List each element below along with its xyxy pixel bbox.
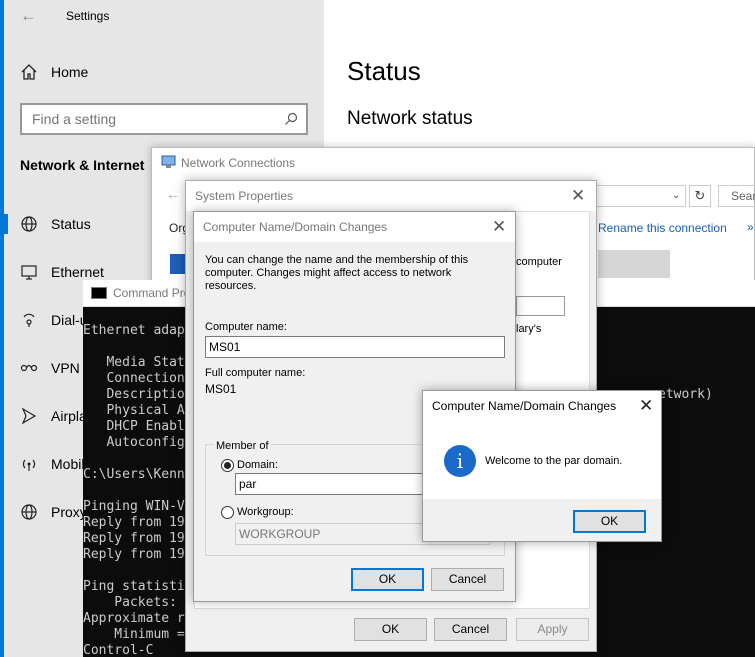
full-computer-name-label: Full computer name: [205,367,306,379]
sidebar-item-label: Proxy [51,504,87,520]
home-icon [21,64,37,80]
proxy-icon [21,504,37,520]
domain-radio[interactable] [221,459,234,472]
sidebar-item-label: Ethernet [51,264,104,280]
cancel-button[interactable]: Cancel [431,568,504,591]
partial-description-text: computer [516,256,562,268]
terminal-line: Reply from 19 [83,515,185,530]
search-field[interactable]: Searc [718,185,755,207]
dialog-description: You can change the name and the membersh… [205,254,469,292]
network-connections-title: Network Connections [181,156,296,170]
terminal-line: Ping statisti [83,579,185,594]
workgroup-label: Workgroup: [237,506,294,518]
system-properties-titlebar[interactable]: System Properties ✕ [186,181,596,211]
ok-button[interactable]: OK [354,618,427,641]
terminal-line: Physical A [83,403,185,418]
search-icon[interactable] [284,112,298,126]
sidebar-item-label: Status [51,216,91,232]
section-title: Network & Internet [20,157,145,173]
terminal-output-fragment: etwork) [658,387,713,402]
hotspot-icon [22,459,36,471]
computer-name-input[interactable]: MS01 [205,336,505,358]
network-connections-titlebar[interactable]: Network Connections [152,148,754,178]
computer-name-titlebar[interactable]: Computer Name/Domain Changes ✕ [194,212,515,242]
ethernet-icon [21,265,37,280]
apply-button[interactable]: Apply [516,618,589,641]
settings-window-title: Settings [66,9,110,23]
terminal-line: Reply from 19 [83,547,185,562]
page-title: Status [347,56,421,86]
adapter-tile[interactable] [598,250,670,278]
welcome-message: Welcome to the par domain. [485,455,623,467]
network-connections-icon [161,155,176,168]
computer-name-dialog-title: Computer Name/Domain Changes [203,220,388,234]
vpn-icon [20,364,38,372]
back-arrow-icon[interactable]: ← [166,186,180,202]
terminal-line: Descriptio [83,387,185,402]
member-of-legend: Member of [214,440,271,452]
ok-button[interactable]: OK [351,568,424,591]
back-arrow-icon[interactable]: ← [20,6,38,25]
refresh-icon[interactable]: ↻ [689,185,711,207]
terminal-line: C:\Users\Kenn [83,467,185,482]
chevron-down-icon[interactable]: ⌄ [672,190,680,201]
terminal-line: Pinging WIN-V [83,499,185,514]
computer-description-input[interactable] [516,296,565,316]
terminal-line: Connection [83,371,185,386]
domain-input[interactable]: par [235,473,425,495]
close-icon[interactable]: ✕ [571,186,585,206]
terminal-line: Approximate r [83,611,185,626]
terminal-line: Minimum = [83,627,185,642]
partial-example-text: lary's [516,323,542,335]
terminal-line: Autoconfig [83,435,185,450]
terminal-icon [91,287,107,299]
terminal-line: Media Stat [83,355,185,370]
info-icon: i [444,445,476,477]
full-computer-name-value: MS01 [205,382,237,396]
close-icon[interactable]: ✕ [492,217,506,237]
domain-label: Domain: [237,459,278,471]
settings-search-box[interactable] [20,103,308,135]
welcome-dialog-title: Computer Name/Domain Changes [432,399,617,413]
system-properties-title: System Properties [195,189,294,203]
welcome-message-box: Computer Name/Domain Changes ✕ i Welcome… [422,390,662,542]
settings-search-input[interactable] [22,105,262,133]
ok-button[interactable]: OK [573,510,646,533]
more-commands-icon[interactable]: » [747,220,754,234]
terminal-line: DHCP Enabl [83,419,185,434]
page-subtitle: Network status [347,108,473,129]
terminal-output: Ethernet adap Media Stat Connection Desc… [83,323,185,657]
home-nav-link[interactable]: Home [51,64,88,80]
rename-connection-link[interactable]: Rename this connection [598,221,727,235]
close-icon[interactable]: ✕ [639,396,653,416]
computer-name-label: Computer name: [205,321,287,333]
dialup-icon [23,313,35,327]
workgroup-radio[interactable] [221,506,234,519]
cancel-button[interactable]: Cancel [434,618,507,641]
terminal-line: Ethernet adap [83,323,185,338]
globe-icon [21,216,37,232]
airplane-icon [21,407,37,425]
terminal-line: Control-C [83,643,154,657]
terminal-line: Reply from 19 [83,531,185,546]
sidebar-item-label: VPN [51,360,80,376]
terminal-line: Packets: [83,595,177,610]
